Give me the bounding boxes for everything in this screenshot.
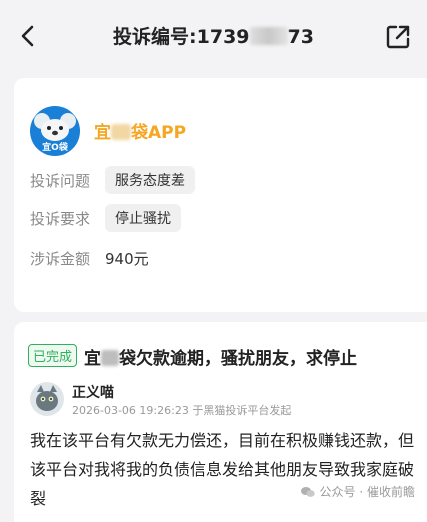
app-logo: 宜O袋 <box>30 106 80 156</box>
app-name-prefix: 宜 <box>94 123 111 143</box>
request-tag: 停止骚扰 <box>105 204 181 232</box>
app-name[interactable]: 宜袋APP <box>94 118 186 143</box>
redacted-blur <box>249 27 288 45</box>
amount-label: 涉诉金额 <box>30 249 91 268</box>
redacted-blur <box>111 124 131 140</box>
issue-label: 投诉问题 <box>30 171 91 190</box>
amount-value: 940元 <box>105 249 149 268</box>
complaint-title[interactable]: 宜袋欠款逾期，骚扰朋友，求停止 <box>84 344 357 369</box>
back-arrow-icon[interactable] <box>14 22 42 50</box>
app-name-suffix: 袋APP <box>131 123 187 143</box>
redacted-blur <box>101 350 119 366</box>
complaint-title-prefix: 宜 <box>84 349 101 369</box>
avatar[interactable] <box>30 382 64 416</box>
share-icon[interactable] <box>385 24 411 50</box>
complaint-summary-card: 宜O袋 宜袋APP 投诉问题 服务态度差 投诉要求 停止骚扰 涉诉金额 940元 <box>14 78 427 312</box>
issue-tag: 服务态度差 <box>105 166 195 194</box>
request-label: 投诉要求 <box>30 209 91 228</box>
title-prefix: 投诉编号:1739 <box>113 26 250 48</box>
post-meta: 2026-03-06 19:26:23 于黑猫投诉平台发起 <box>72 404 292 417</box>
complaint-title-suffix: 袋欠款逾期，骚扰朋友，求停止 <box>119 349 357 369</box>
title-suffix: 73 <box>287 26 314 48</box>
status-badge: 已完成 <box>28 344 78 367</box>
watermark-text: 公众号 · 催收前瞻 <box>319 485 415 499</box>
amount-row: 涉诉金额 940元 <box>30 244 149 272</box>
page-title: 投诉编号:1739 73 <box>60 22 367 49</box>
wechat-icon <box>300 486 315 497</box>
request-row: 投诉要求 停止骚扰 <box>30 204 181 232</box>
svg-text:宜O袋: 宜O袋 <box>42 141 69 153</box>
top-bar: 投诉编号:1739 73 <box>0 0 427 70</box>
user-name[interactable]: 正义喵 <box>72 382 114 402</box>
watermark: 公众号 · 催收前瞻 <box>300 483 415 500</box>
issue-row: 投诉问题 服务态度差 <box>30 166 195 194</box>
